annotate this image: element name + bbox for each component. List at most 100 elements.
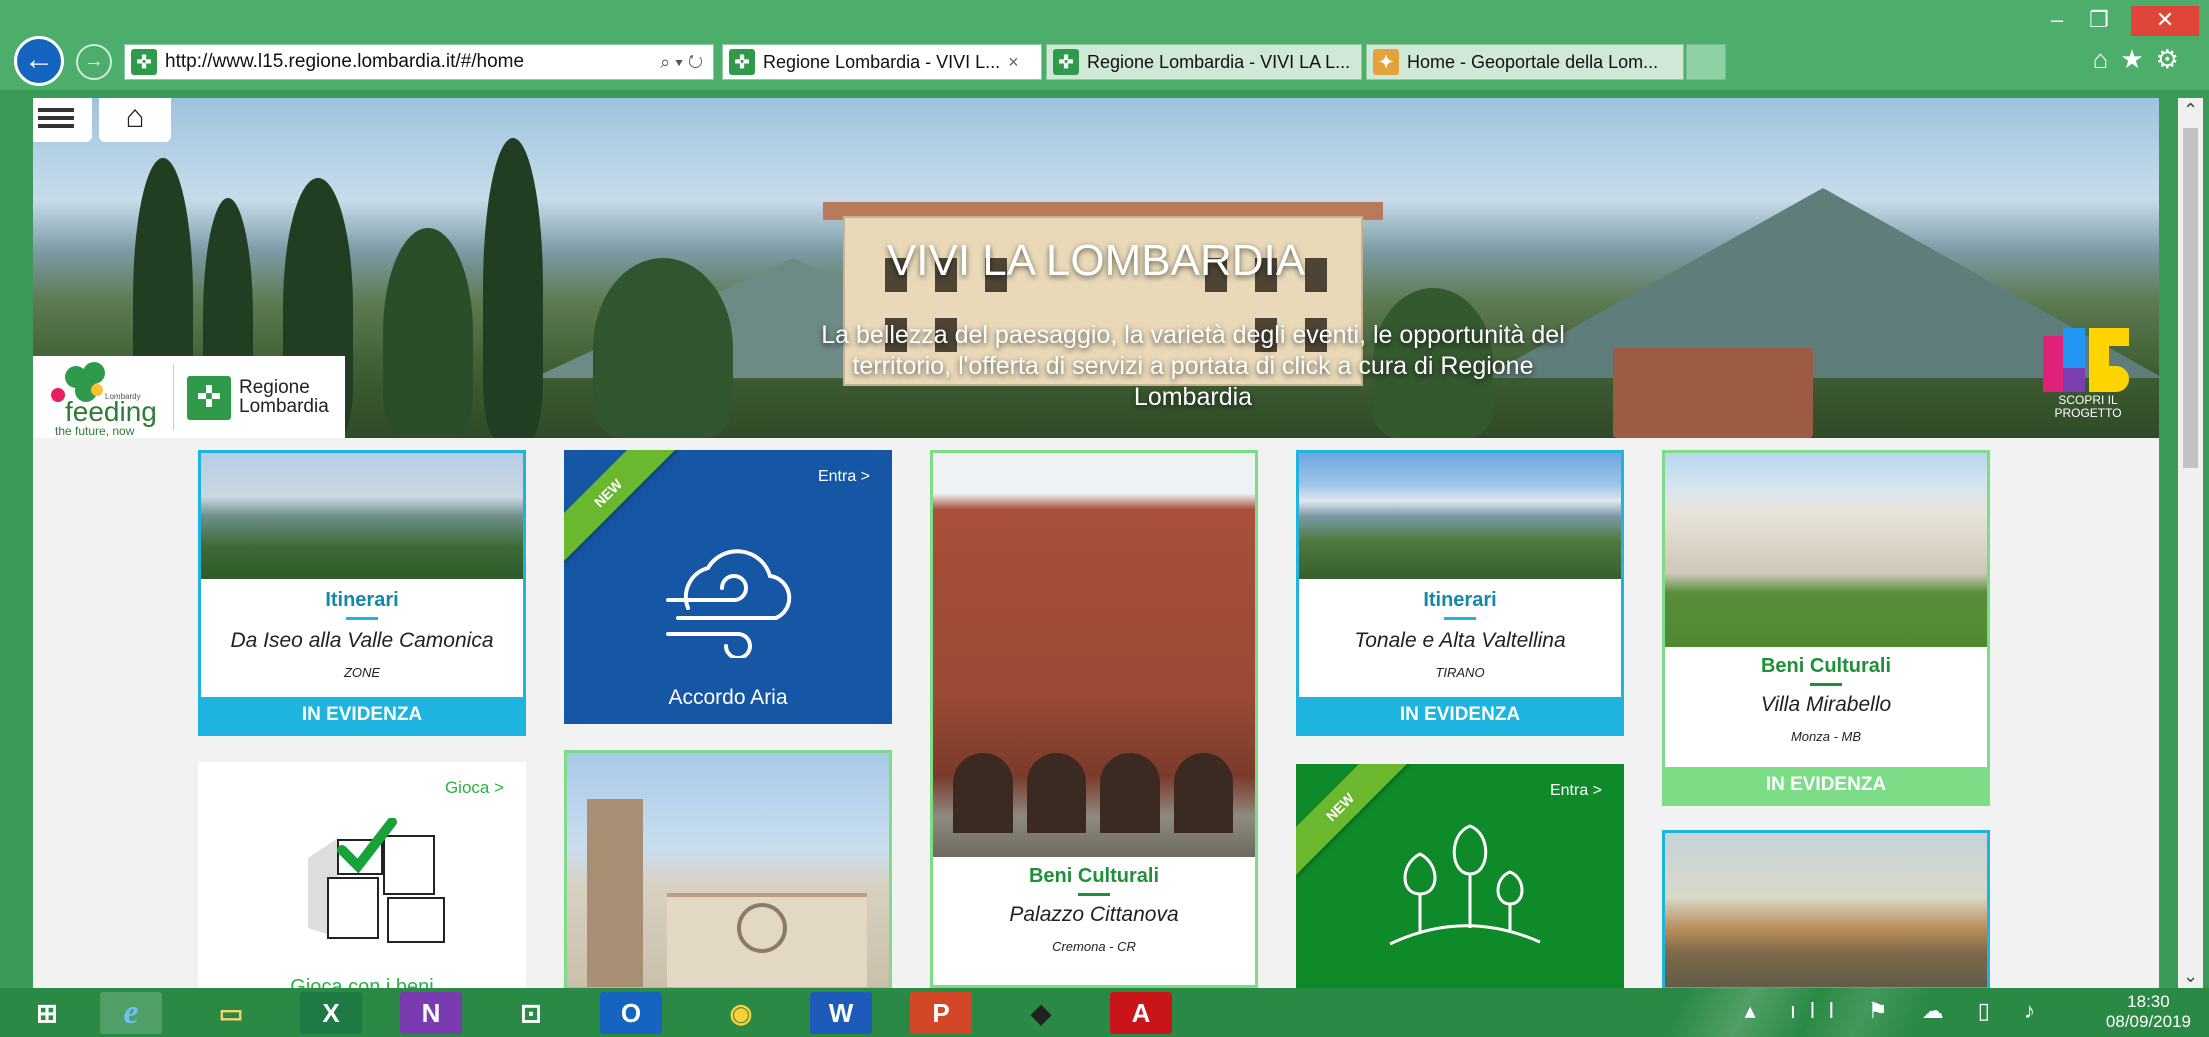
card-category: Itinerari (1423, 589, 1497, 611)
browser-chrome: – ❐ ✕ ← → ✜ http://www.l15.regione.lomba… (0, 0, 2209, 90)
card-title: Da Iseo alla Valle Camonica (230, 629, 494, 652)
taskbar-clock[interactable]: 18:30 08/09/2019 (2106, 992, 2191, 1032)
card-photo (201, 453, 523, 579)
regione-lombardia-logo[interactable]: Regione Lombardia (239, 378, 329, 416)
rooftops-shape (1613, 348, 1813, 438)
card-rule (346, 617, 378, 620)
tab-title: Regione Lombardia - VIVI LA L... (1087, 51, 1351, 72)
regione-line1: Regione (239, 377, 310, 398)
card-title: Accordo Aria (668, 686, 788, 709)
hero-banner: VIVI LA LOMBARDIA La bellezza del paesag… (33, 98, 2159, 438)
feeding-the-future-logo[interactable]: Lombardy feeding the future, now (47, 362, 177, 438)
in-evidenza-band: IN EVIDENZA (201, 697, 523, 733)
hero-subtitle: La bellezza del paesaggio, la varietà de… (821, 321, 1565, 411)
card-photo (933, 453, 1255, 857)
scroll-up-icon[interactable]: ⌃ (2178, 98, 2203, 122)
card-category: Beni Culturali (1760, 655, 1891, 677)
close-window-button[interactable]: ✕ (2131, 6, 2199, 36)
card-location: TIRANO (1435, 665, 1485, 680)
clock-date: 08/09/2019 (2105, 1012, 2191, 1031)
card-location: ZONE (343, 665, 381, 680)
card-photo (1299, 453, 1621, 579)
word-icon[interactable]: W (810, 992, 872, 1034)
acrobat-icon[interactable]: A (1110, 992, 1172, 1034)
quiz-checkbox-icon (308, 818, 445, 943)
card-category: Itinerari (325, 589, 399, 611)
card-iseo[interactable]: Itinerari Da Iseo alla Valle Camonica ZO… (198, 450, 526, 736)
tab-title: Regione Lombardia - VIVI L... (763, 51, 1001, 72)
card-rule (1810, 683, 1842, 686)
gioca-link[interactable]: Gioca > (445, 778, 504, 798)
in-evidenza-band: IN EVIDENZA (1299, 697, 1621, 733)
card-title: Villa Mirabello (1760, 693, 1892, 716)
address-bar[interactable]: ✜ http://www.l15.regione.lombardia.it/#/… (124, 44, 714, 80)
card-rule (1078, 893, 1110, 896)
logo-divider (173, 364, 174, 430)
home-button[interactable]: ⌂ (99, 98, 171, 142)
address-url[interactable]: http://www.l15.regione.lombardia.it/#/ho… (165, 51, 660, 73)
entra-link[interactable]: Entra > (818, 468, 870, 486)
card-photo (1665, 453, 1987, 647)
store-icon[interactable]: ⊡ (500, 992, 562, 1034)
card-category: Beni Culturali (1028, 865, 1159, 887)
wind-cloud-icon (666, 549, 792, 658)
card-villa-mirabello[interactable]: Beni Culturali Villa Mirabello Monza - M… (1662, 450, 1990, 806)
tab-vivi-lombardia-2[interactable]: ✜ Regione Lombardia - VIVI LA L... (1046, 44, 1362, 80)
scroll-down-icon[interactable]: ⌄ (2178, 964, 2203, 988)
tab-close-icon[interactable]: × (1008, 52, 1019, 73)
card-title: Palazzo Cittanova (1009, 903, 1179, 926)
tab-geoportale[interactable]: ✦ Home - Geoportale della Lom... (1366, 44, 1684, 80)
maximize-button[interactable]: ❐ (2079, 6, 2119, 36)
card-rule (1444, 617, 1476, 620)
entra-link[interactable]: Entra > (1550, 782, 1602, 800)
card-mantova[interactable] (1662, 830, 1990, 988)
card-palazzo-cittanova[interactable]: Beni Culturali Palazzo Cittanova Cremona… (930, 450, 1258, 988)
card-accordo-aria[interactable]: NEW Entra > Accordo Aria (564, 450, 892, 724)
card-photo (1665, 833, 1987, 987)
regione-line2: Lombardia (239, 396, 329, 417)
scroll-thumb[interactable] (2183, 128, 2198, 468)
card-gioca[interactable]: Gioca > Gioca con i beni (198, 762, 526, 988)
minimize-button[interactable]: – (2037, 6, 2077, 36)
tab-vivi-lombardia-1[interactable]: ✜ Regione Lombardia - VIVI L... × (722, 44, 1042, 80)
card-location: Monza - MB (1790, 729, 1862, 744)
card-title: Tonale e Alta Valtellina (1354, 629, 1566, 652)
new-tab-button[interactable] (1686, 44, 1726, 80)
hamburger-menu-button[interactable] (33, 98, 92, 142)
card-location: Cremona - CR (1052, 939, 1136, 954)
site-favicon-icon: ✜ (131, 49, 157, 75)
search-refresh-icons[interactable]: ⌕ ▾ ↻ (660, 52, 713, 73)
card-parks[interactable]: NEW Entra > (1296, 764, 1624, 988)
tab-favicon-icon: ✜ (1053, 49, 1079, 75)
l15-scopri-progetto[interactable]: SCOPRI IL PROGETTO (2038, 328, 2138, 428)
page-scrollbar[interactable]: ⌃ ⌄ (2178, 98, 2203, 988)
excel-icon[interactable]: X (300, 992, 362, 1034)
powerpoint-icon[interactable]: P (910, 992, 972, 1034)
chrome-icon[interactable]: ◉ (710, 992, 772, 1034)
file-explorer-icon[interactable]: ▭ (200, 992, 262, 1034)
card-church[interactable] (564, 750, 892, 988)
card-title: Gioca con i beni (290, 976, 434, 988)
hero-title: VIVI LA LOMBARDIA (886, 236, 1306, 285)
internet-explorer-icon[interactable]: e (100, 992, 162, 1034)
trees-icon (1389, 824, 1541, 946)
back-button[interactable]: ← (14, 36, 64, 86)
windows-start-icon[interactable]: ⊞ (16, 992, 78, 1034)
forward-button[interactable]: → (76, 44, 112, 80)
in-evidenza-band: IN EVIDENZA (1665, 767, 1987, 803)
regione-lombardia-icon[interactable]: ✜ (187, 376, 231, 420)
l15-logo-icon (2043, 328, 2133, 392)
l15-cta-line2: PROGETTO (2054, 406, 2122, 420)
tab-favicon-icon: ✜ (729, 49, 755, 75)
partner-logos: Lombardy feeding the future, now ✜ Regio… (33, 356, 345, 438)
graduation-app-icon[interactable]: ◆ (1010, 992, 1072, 1034)
card-photo (567, 753, 889, 987)
toolbar-icons[interactable]: ⌂★⚙ (2093, 44, 2191, 75)
tab-title: Home - Geoportale della Lom... (1407, 51, 1659, 72)
outlook-icon[interactable]: O (600, 992, 662, 1034)
system-tray-icons[interactable]: ▴ ıll ⚑ ☁ ▯ ♪ (1745, 998, 2049, 1024)
tree-shape (483, 138, 543, 438)
feeding-tagline: the future, now (55, 424, 135, 438)
onenote-icon[interactable]: N (400, 992, 462, 1034)
card-tonale[interactable]: Itinerari Tonale e Alta Valtellina TIRAN… (1296, 450, 1624, 736)
